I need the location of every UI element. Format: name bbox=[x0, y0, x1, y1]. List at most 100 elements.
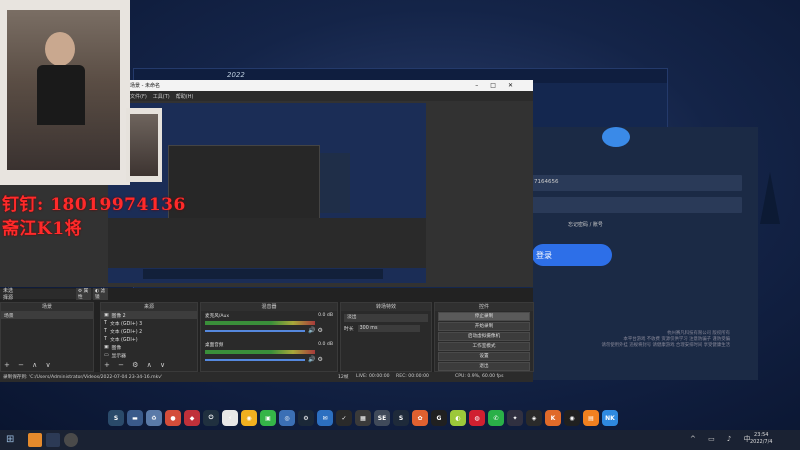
app-taskbar-icon[interactable] bbox=[46, 433, 60, 447]
gear-icon[interactable]: ⚙ bbox=[317, 327, 322, 334]
filters-button[interactable]: ◐ 滤镜 bbox=[93, 288, 108, 300]
login-button[interactable]: 登录 bbox=[532, 244, 612, 266]
nested-obs-docks bbox=[108, 218, 426, 268]
source-toolbar[interactable]: + − ⚙ ∧ ∨ bbox=[104, 361, 168, 369]
se-icon[interactable]: SE bbox=[374, 410, 390, 426]
login-title: 2022 bbox=[227, 71, 245, 79]
lightning-icon[interactable]: ⚡ bbox=[222, 410, 238, 426]
mute-icon[interactable]: 🔊 bbox=[308, 356, 315, 363]
audio-meter bbox=[205, 321, 315, 325]
mail-icon[interactable]: ✉ bbox=[317, 410, 333, 426]
sources-header: 来源 bbox=[101, 303, 197, 311]
obs-title-bar: 场景 - 未命名 –□✕ bbox=[127, 80, 533, 91]
volume-slider[interactable] bbox=[205, 329, 305, 332]
mixer-track: 麦克风/Aux 0.0 dB bbox=[205, 313, 333, 319]
source-item[interactable]: T 文本 (GDI+) bbox=[101, 335, 197, 343]
recycle-bin-icon[interactable]: ♻ bbox=[146, 410, 162, 426]
source-item[interactable]: ▣ 图像 bbox=[101, 343, 197, 351]
recording-path: 录制保存到: 'C:/Users/Administrator/Videos/20… bbox=[3, 375, 163, 380]
studio-mode-button[interactable]: 工作室模式 bbox=[438, 342, 530, 351]
app-icon[interactable]: ▦ bbox=[355, 410, 371, 426]
duration-input[interactable]: 300 ms bbox=[357, 325, 420, 332]
menu-file[interactable]: 文件(F) bbox=[130, 93, 147, 100]
source-item[interactable]: ▭ 显示器 bbox=[101, 351, 197, 359]
folder-icon[interactable] bbox=[28, 433, 42, 447]
obs-taskbar-icon[interactable] bbox=[64, 433, 78, 447]
dropped-frames: 12帧 bbox=[338, 375, 349, 380]
no-source-label: 未选择源 bbox=[3, 288, 14, 301]
menu-tools[interactable]: 工具(T) bbox=[153, 93, 170, 100]
rec-timer: REC: 00:00:00 bbox=[396, 374, 429, 379]
obs-window-title: 场景 - 未命名 bbox=[130, 83, 160, 89]
controls-dock: 控件 停止录制 开始录制 启动虚拟摄像机 工作室模式 设置 退出 bbox=[434, 302, 534, 372]
forgot-password-link[interactable]: 忘记密码 / 账号 bbox=[568, 221, 603, 228]
face-shape bbox=[45, 32, 75, 66]
netease-icon[interactable]: ◍ bbox=[469, 410, 485, 426]
chrome-icon[interactable]: ● bbox=[165, 410, 181, 426]
cloud-icon bbox=[602, 127, 630, 147]
nvidia-icon[interactable]: ◈ bbox=[526, 410, 542, 426]
taskbar: ⊞ ^ ▭ ♪ 中 23:54 2022/7/4 bbox=[0, 430, 800, 450]
clock-time[interactable]: 23:54 bbox=[750, 432, 772, 439]
start-recording-button[interactable]: 开始录制 bbox=[438, 322, 530, 331]
cpu-fps: CPU: 0.9%, 60.00 fps bbox=[455, 374, 504, 379]
virtual-camera-button[interactable]: 启动虚拟摄像机 bbox=[438, 332, 530, 341]
steam-icon[interactable]: S bbox=[108, 410, 124, 426]
login-footer-line: 请勿使用外挂 违规将封号 请健康游戏 合理安排时间 享受健康生活 bbox=[601, 343, 730, 348]
clock-date[interactable]: 2022/7/4 bbox=[750, 439, 772, 446]
scene-item[interactable]: 场景 bbox=[1, 311, 93, 319]
nk-icon[interactable]: NK bbox=[602, 410, 618, 426]
stop-recording-button[interactable]: 停止录制 bbox=[438, 312, 530, 321]
game-icon[interactable]: G bbox=[431, 410, 447, 426]
globe-icon[interactable]: ◎ bbox=[279, 410, 295, 426]
password-input[interactable] bbox=[530, 197, 742, 213]
photo-overlay bbox=[0, 0, 130, 185]
mute-icon[interactable]: 🔊 bbox=[308, 327, 315, 334]
phone-input[interactable]: 7164656 bbox=[530, 175, 742, 191]
terminal-icon[interactable]: ▬ bbox=[127, 410, 143, 426]
source-item[interactable]: T 文本 (GDI+) 3 bbox=[101, 319, 197, 327]
owl-icon[interactable]: ◉ bbox=[241, 410, 257, 426]
properties-button[interactable]: ⚙ 属性 bbox=[75, 288, 92, 300]
volume-slider[interactable] bbox=[205, 358, 305, 361]
child-photo bbox=[7, 10, 120, 170]
controls-header: 控件 bbox=[435, 303, 533, 311]
lime-icon[interactable]: ◐ bbox=[450, 410, 466, 426]
orange-app-icon[interactable]: K bbox=[545, 410, 561, 426]
mixer-dock: 混音器 麦克风/Aux 0.0 dB 🔊 ⚙ 桌面音频 0.0 dB 🔊 ⚙ bbox=[200, 302, 338, 372]
settings-icon[interactable]: ✿ bbox=[412, 410, 428, 426]
orange-square-icon[interactable]: ▤ bbox=[583, 410, 599, 426]
s-app-icon[interactable]: S bbox=[393, 410, 409, 426]
audio-meter bbox=[205, 350, 315, 354]
windows-start-icon[interactable]: ⊞ bbox=[6, 434, 14, 445]
transition-select[interactable]: 淡出 bbox=[344, 314, 428, 322]
source-item[interactable]: T 文本 (GDI+) 2 bbox=[101, 327, 197, 335]
mixer-header: 混音器 bbox=[201, 303, 337, 311]
scenes-header: 场景 bbox=[1, 303, 93, 311]
nested-obs-preview bbox=[168, 145, 320, 219]
small-photo bbox=[130, 114, 158, 176]
steam-client-icon[interactable]: ⚙ bbox=[298, 410, 314, 426]
badge-icon[interactable]: ✦ bbox=[507, 410, 523, 426]
scene-toolbar[interactable]: + − ∧ ∨ bbox=[4, 361, 54, 369]
exit-button[interactable]: 退出 bbox=[438, 362, 530, 371]
power-icon[interactable]: ⏻ bbox=[203, 410, 219, 426]
menu-help[interactable]: 帮助(H) bbox=[176, 93, 194, 100]
duration-label: 时长 bbox=[344, 327, 354, 332]
tree-decoration bbox=[760, 172, 780, 224]
transitions-header: 转场特效 bbox=[341, 303, 431, 311]
wechat-icon[interactable]: ✆ bbox=[488, 410, 504, 426]
gear-icon[interactable]: ⚙ bbox=[317, 356, 322, 363]
obs-status-bar: 录制保存到: 'C:/Users/Administrator/Videos/20… bbox=[0, 372, 533, 382]
nested-dock bbox=[143, 269, 383, 279]
settings-button[interactable]: 设置 bbox=[438, 352, 530, 361]
dice-icon[interactable]: ▣ bbox=[260, 410, 276, 426]
mixer-track: 桌面音频 0.0 dB bbox=[205, 342, 333, 348]
transitions-dock: 转场特效 淡出 时长 300 ms bbox=[340, 302, 432, 372]
source-item[interactable]: ▣ 图像 2 bbox=[101, 311, 197, 319]
window-controls[interactable]: –□✕ bbox=[475, 82, 525, 89]
obs-icon[interactable]: ◉ bbox=[564, 410, 580, 426]
nvidia-check-icon[interactable]: ✓ bbox=[336, 410, 352, 426]
tray-icons[interactable]: ^ ▭ ♪ 中 bbox=[690, 434, 756, 444]
game-controller-icon[interactable]: ◆ bbox=[184, 410, 200, 426]
